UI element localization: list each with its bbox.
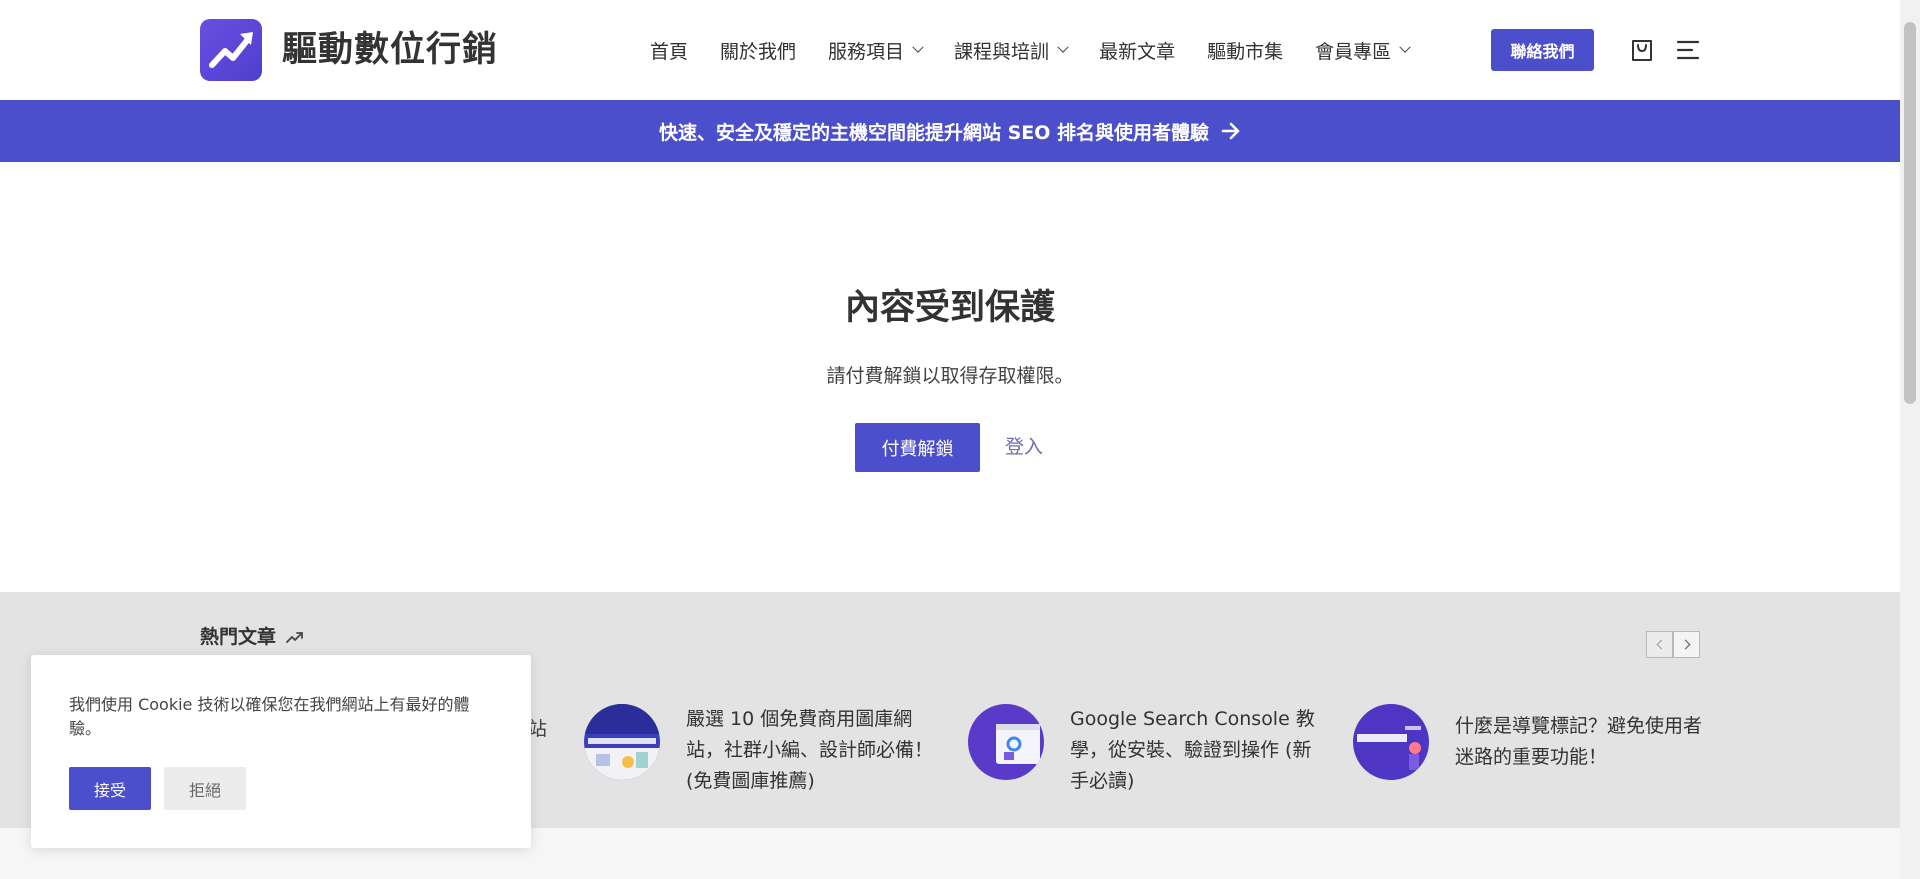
chevron-right-icon [1680, 639, 1690, 650]
post-title-line: 嚴選 10 個免費商用圖庫網 [686, 708, 913, 730]
chevron-down-icon [912, 41, 924, 53]
cookie-consent-dialog: 我們使用 Cookie 技術以確保您在我們網站上有最好的體驗。 接受 拒絕 [31, 655, 531, 848]
shopping-bag-icon[interactable] [1631, 38, 1653, 62]
reject-cookies-button[interactable]: 拒絕 [164, 767, 246, 810]
chevron-left-icon [1656, 639, 1666, 650]
post-thumbnail-image [1353, 704, 1429, 780]
popular-posts-heading: 熱門文章 [200, 624, 304, 650]
nav-item-members[interactable]: 會員專區 [1315, 37, 1411, 64]
login-link[interactable]: 登入 [1005, 433, 1043, 461]
contact-us-button[interactable]: 聯絡我們 [1491, 29, 1594, 71]
nav-label: 服務項目 [828, 40, 905, 63]
post-title-line: 手必讀) [1070, 770, 1135, 792]
popular-posts-title: 熱門文章 [200, 626, 277, 648]
brand-logo-icon[interactable] [200, 19, 262, 81]
protected-description: 請付費解鎖以取得存取權限。 [826, 365, 1074, 387]
main-nav: 首頁 關於我們 服務項目 課程與培訓 最新文章 驅動市集 會員專區 [650, 32, 1441, 68]
popular-post-item[interactable]: 什麼是導覽標記？避免使用者 迷路的重要功能！ [1353, 704, 1702, 780]
post-title-line: 學，從安裝、驗證到操作 (新 [1070, 739, 1312, 761]
popular-post-item[interactable]: 嚴選 10 個免費商用圖庫網 站，社群小編、設計師必備！ (免費圖庫推薦) [584, 704, 933, 797]
nav-item-market[interactable]: 驅動市集 [1207, 37, 1283, 64]
post-title-line: 站，社群小編、設計師必備！ [686, 739, 934, 761]
nav-item-services[interactable]: 服務項目 [828, 37, 924, 64]
nav-item-home[interactable]: 首頁 [650, 37, 688, 64]
nav-label: 關於我們 [720, 40, 797, 63]
post-title-line: Google Search Console 教 [1070, 708, 1315, 730]
post-title-line: 什麼是導覽標記？避免使用者 [1455, 715, 1703, 737]
chevron-down-icon [1057, 41, 1069, 53]
nav-label: 首頁 [650, 40, 689, 63]
brand-name[interactable]: 驅動數位行銷 [282, 27, 498, 73]
hamburger-menu-icon[interactable] [1676, 39, 1700, 61]
popular-post-item[interactable]: Google Search Console 教 學，從安裝、驗證到操作 (新 手… [968, 704, 1315, 797]
page-title: 內容受到保護 [844, 288, 1055, 328]
promo-text: 快速、安全及穩定的主機空間能提升網站 SEO 排名與使用者體驗 [658, 121, 1210, 144]
post-title: 嚴選 10 個免費商用圖庫網 站，社群小編、設計師必備！ (免費圖庫推薦) [686, 704, 933, 797]
post-title-line: (免費圖庫推薦) [686, 770, 815, 792]
nav-label: 課程與培訓 [954, 40, 1050, 63]
page-scrollbar[interactable] [1900, 0, 1920, 879]
nav-label: 驅動市集 [1207, 40, 1284, 63]
post-title-line: 迷路的重要功能！ [1455, 746, 1608, 768]
post-thumbnail-image [968, 704, 1044, 780]
nav-item-about[interactable]: 關於我們 [720, 37, 796, 64]
accept-cookies-button[interactable]: 接受 [69, 767, 151, 810]
slider-prev-button[interactable] [1646, 631, 1673, 658]
pay-unlock-button[interactable]: 付費解鎖 [855, 423, 980, 472]
chevron-down-icon [1399, 41, 1411, 53]
arrow-right-icon [1221, 122, 1240, 140]
scrollbar-thumb[interactable] [1904, 22, 1916, 404]
post-title: Google Search Console 教 學，從安裝、驗證到操作 (新 手… [1070, 704, 1315, 797]
nav-label: 最新文章 [1099, 40, 1176, 63]
cookie-message: 我們使用 Cookie 技術以確保您在我們網站上有最好的體驗。 [69, 695, 470, 738]
nav-item-articles[interactable]: 最新文章 [1099, 37, 1175, 64]
post-title: 什麼是導覽標記？避免使用者 迷路的重要功能！ [1455, 704, 1702, 780]
post-thumbnail-image [584, 704, 660, 780]
trending-up-icon [286, 632, 303, 643]
site-header: 驅動數位行銷 首頁 關於我們 服務項目 課程與培訓 最新文章 驅動市集 會員專區… [0, 0, 1900, 100]
promo-banner[interactable]: 快速、安全及穩定的主機空間能提升網站 SEO 排名與使用者體驗 [0, 100, 1900, 162]
nav-label: 會員專區 [1315, 40, 1392, 63]
nav-item-courses[interactable]: 課程與培訓 [954, 37, 1069, 64]
slider-next-button[interactable] [1673, 631, 1700, 658]
